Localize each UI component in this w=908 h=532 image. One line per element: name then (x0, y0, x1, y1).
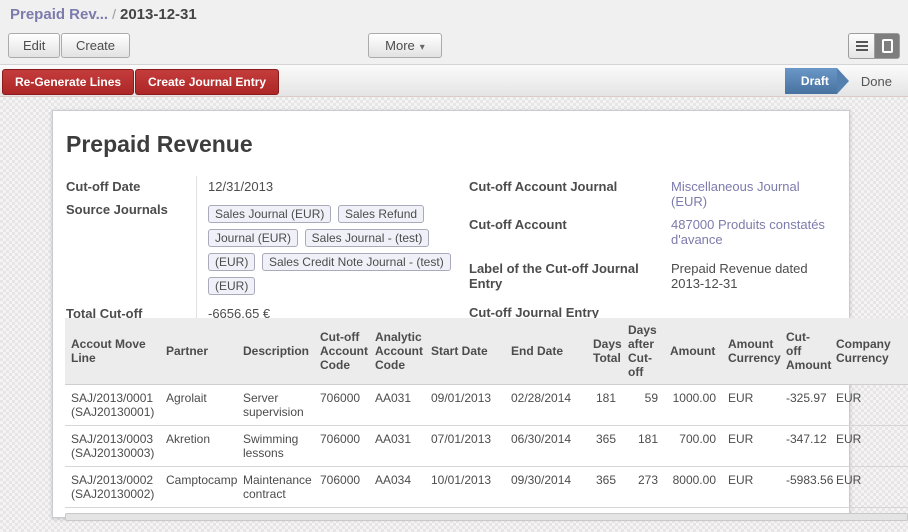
table-cell: 10/01/2013 (425, 467, 505, 508)
table-cell: EUR (722, 467, 780, 508)
column-header[interactable]: Amount (664, 318, 722, 385)
cutoff-account-link[interactable]: 487000 Produits constatés d'avance (671, 217, 825, 247)
table-cell: 365 (587, 426, 622, 467)
column-header[interactable]: Analytic Account Code (369, 318, 425, 385)
breadcrumb-separator: / (108, 6, 120, 22)
cutoff-account-label: Cut-off Account (469, 214, 669, 252)
table-cell: 181 (587, 385, 622, 426)
table-cell: EUR (830, 385, 908, 426)
button-toolbar: Edit Create More ▾ (0, 30, 908, 64)
more-label: More (385, 38, 415, 53)
table-row[interactable]: SAJ/2013/0002 (SAJ20130002)CamptocampMai… (65, 467, 908, 508)
breadcrumb-parent-link[interactable]: Prepaid Rev... (10, 6, 108, 23)
table-cell: SAJ/2013/0003 (SAJ20130003) (65, 426, 160, 467)
table-cell: 59 (622, 385, 664, 426)
table-cell: Server supervision (237, 385, 314, 426)
table-row[interactable]: SAJ/2013/0001 (SAJ20130001)AgrolaitServe… (65, 385, 908, 426)
form-grid: Cut-off Date 12/31/2013 Source Journals … (66, 176, 836, 339)
create-journal-entry-button[interactable]: Create Journal Entry (135, 69, 279, 95)
table-cell: AA034 (369, 467, 425, 508)
list-view-icon (856, 41, 868, 51)
statusbar: Re-Generate Lines Create Journal Entry D… (0, 64, 908, 97)
table-cell: 706000 (314, 426, 369, 467)
column-header[interactable]: Days Total (587, 318, 622, 385)
table-cell: 700.00 (664, 426, 722, 467)
list-view-button[interactable] (848, 33, 874, 59)
state-draft: Draft (785, 68, 837, 94)
cutoff-account-journal-label: Cut-off Account Journal (469, 176, 669, 214)
column-header[interactable]: End Date (505, 318, 587, 385)
table-cell: EUR (830, 426, 908, 467)
table-cell: 706000 (314, 385, 369, 426)
column-header[interactable]: Cut-off Amount (780, 318, 830, 385)
form-view-button[interactable] (874, 33, 900, 59)
table-cell: -5983.56 (780, 467, 830, 508)
table-cell: SAJ/2013/0001 (SAJ20130001) (65, 385, 160, 426)
cutoff-account-journal-link[interactable]: Miscellaneous Journal (EUR) (671, 179, 800, 209)
workflow-states: Draft Done (785, 68, 898, 94)
source-journals-tags: Sales Journal (EUR) Sales Refund Journal… (208, 202, 456, 298)
table-cell: AA031 (369, 385, 425, 426)
form-canvas: Prepaid Revenue Cut-off Date 12/31/2013 … (0, 97, 908, 532)
create-button[interactable]: Create (61, 33, 130, 58)
table-cell: Akretion (160, 426, 237, 467)
table-cell: 09/30/2014 (505, 467, 587, 508)
table-cell: Camptocamp (160, 467, 237, 508)
column-header[interactable]: Description (237, 318, 314, 385)
journal-entry-label-value: Prepaid Revenue dated 2013-12-31 (669, 258, 836, 296)
cutoff-date-value: 12/31/2013 (196, 176, 469, 199)
column-header[interactable]: Start Date (425, 318, 505, 385)
table-cell: AA031 (369, 426, 425, 467)
table-row[interactable]: SAJ/2013/0003 (SAJ20130003)AkretionSwimm… (65, 426, 908, 467)
column-header[interactable]: Company Currency (830, 318, 908, 385)
table-cell: 706000 (314, 467, 369, 508)
view-switcher (848, 33, 900, 59)
table-cell: 365 (587, 467, 622, 508)
form-left-column: Cut-off Date 12/31/2013 Source Journals … (66, 176, 469, 339)
table-cell: -347.12 (780, 426, 830, 467)
source-journals-label: Source Journals (66, 199, 196, 303)
column-header[interactable]: Days after Cut-off (622, 318, 664, 385)
more-dropdown-button[interactable]: More ▾ (368, 33, 442, 58)
table-cell: EUR (722, 426, 780, 467)
table-cell: 273 (622, 467, 664, 508)
column-header[interactable]: Accout Move Line (65, 318, 160, 385)
table-cell: Agrolait (160, 385, 237, 426)
breadcrumb: Prepaid Rev.../2013-12-31 (0, 0, 908, 30)
table-cell: Maintenance contract (237, 467, 314, 508)
table-cell: EUR (722, 385, 780, 426)
table-cell: 06/30/2014 (505, 426, 587, 467)
table-header-row: Accout Move LinePartnerDescriptionCut-of… (65, 318, 908, 385)
table-cell: 1000.00 (664, 385, 722, 426)
table-cell: 09/01/2013 (425, 385, 505, 426)
form-view-icon (882, 39, 893, 53)
cutoff-lines-table-container: Accout Move LinePartnerDescriptionCut-of… (65, 318, 908, 521)
form-right-column: Cut-off Account Journal Miscellaneous Jo… (469, 176, 836, 339)
journal-entry-label-label: Label of the Cut-off Journal Entry (469, 258, 669, 296)
journal-tag: Sales Journal (EUR) (208, 205, 331, 223)
column-header[interactable]: Partner (160, 318, 237, 385)
chevron-down-icon: ▾ (420, 42, 425, 53)
breadcrumb-current: 2013-12-31 (120, 6, 197, 23)
table-cell: 02/28/2014 (505, 385, 587, 426)
table-cell: -325.97 (780, 385, 830, 426)
table-cell: SAJ/2013/0002 (SAJ20130002) (65, 467, 160, 508)
cutoff-date-label: Cut-off Date (66, 176, 196, 199)
horizontal-scrollbar[interactable] (65, 513, 908, 521)
column-header[interactable]: Amount Currency (722, 318, 780, 385)
table-cell: 07/01/2013 (425, 426, 505, 467)
edit-button[interactable]: Edit (8, 33, 60, 58)
table-cell: EUR (830, 467, 908, 508)
table-cell: 8000.00 (664, 467, 722, 508)
table-cell: 181 (622, 426, 664, 467)
column-header[interactable]: Cut-off Account Code (314, 318, 369, 385)
table-cell: Swimming lessons (237, 426, 314, 467)
regenerate-lines-button[interactable]: Re-Generate Lines (2, 69, 134, 95)
page-title: Prepaid Revenue (66, 131, 836, 158)
cutoff-lines-table: Accout Move LinePartnerDescriptionCut-of… (65, 318, 908, 508)
